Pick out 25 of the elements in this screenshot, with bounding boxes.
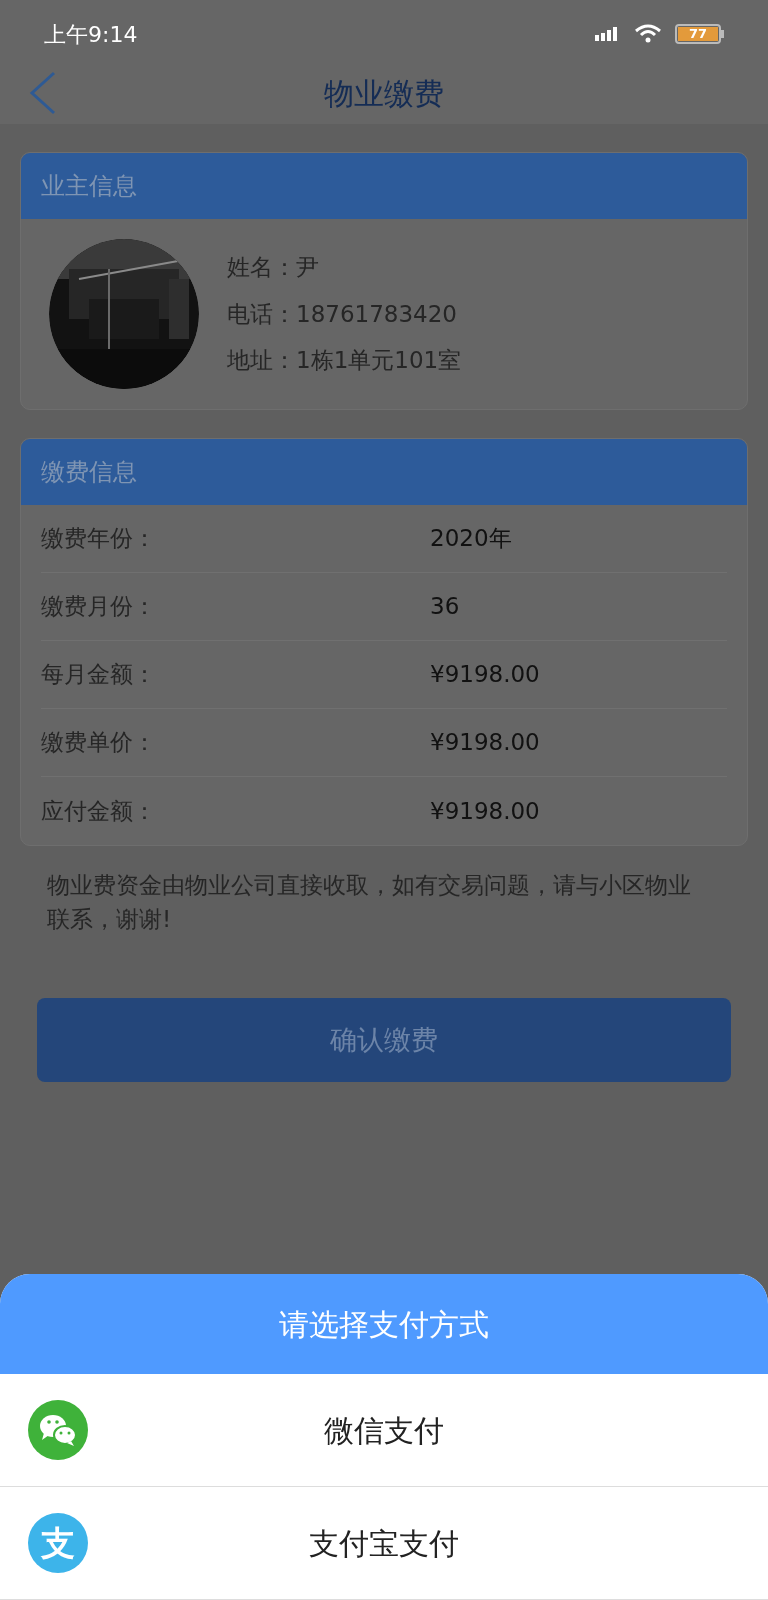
row-value: ¥9198.00	[430, 796, 540, 826]
payment-logo-icon: 支	[28, 1513, 88, 1573]
row-value: ¥9198.00	[430, 728, 540, 758]
card-title: 缴费信息	[41, 457, 137, 488]
page-title: 物业缴费	[324, 74, 444, 113]
row-label: 缴费年份：	[41, 524, 157, 554]
row-label: 缴费单价：	[41, 728, 157, 758]
row-label: 每月金额：	[41, 660, 157, 690]
row-label: 应付金额：	[41, 796, 157, 826]
owner-field: 姓名：尹	[227, 250, 462, 285]
card-title: 业主信息	[41, 171, 137, 202]
owner-field: 地址：1栋1单元101室	[227, 343, 462, 378]
battery-indicator: 77	[675, 24, 721, 44]
status-time: 上午9:14	[44, 20, 138, 49]
payment-option[interactable]: 微信支付	[0, 1374, 768, 1487]
sheet-title: 请选择支付方式	[279, 1305, 489, 1344]
row-value: 2020年	[430, 524, 512, 554]
row-value: 36	[430, 592, 460, 622]
chat-bubbles-icon	[28, 1400, 88, 1460]
notice-text: 物业费资金由物业公司直接收取，如有交易问题，请与小区物业联系，谢谢!	[46, 871, 692, 934]
row-label: 缴费月份：	[41, 592, 157, 622]
owner-field: 电话：18761783420	[227, 296, 462, 332]
payment-option[interactable]: 支 支付宝支付	[0, 1487, 768, 1600]
row-value: ¥9198.00	[430, 660, 540, 690]
wifi-icon	[635, 24, 661, 44]
